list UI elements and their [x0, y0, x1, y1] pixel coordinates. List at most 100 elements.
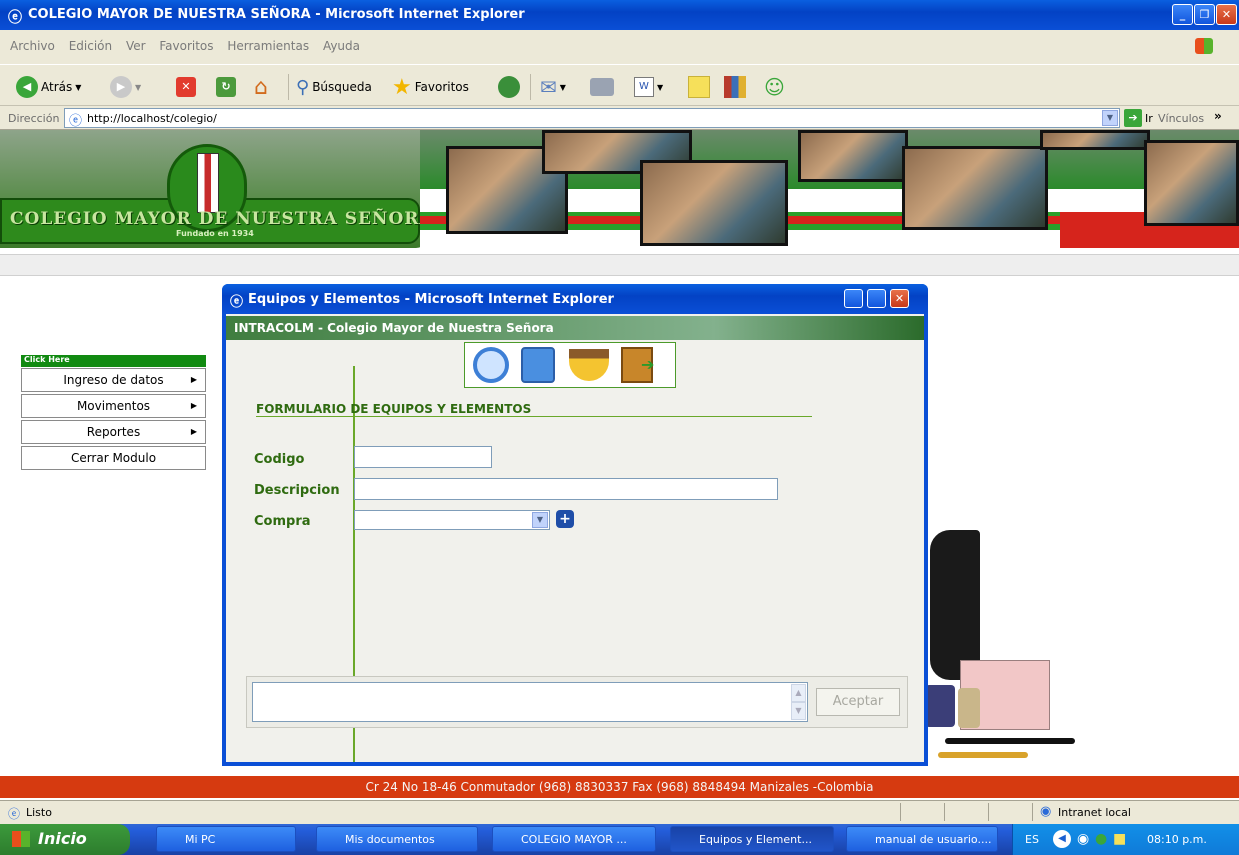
add-compra-button[interactable]: +: [556, 510, 574, 528]
intranet-icon: ◉: [1040, 804, 1052, 819]
forward-button[interactable]: ▶ ▼: [110, 74, 141, 100]
submenu-arrow-icon: ▶: [190, 401, 197, 410]
taskbar-item-colegio[interactable]: COLEGIO MAYOR ...: [492, 826, 656, 852]
forward-arrow-icon: ▶: [110, 76, 132, 98]
system-tray: ES ◀ ◉ ● ■ 08:10 p.m.: [1012, 824, 1239, 855]
back-button[interactable]: ◀ Atrás ▼: [16, 74, 81, 100]
banner-strip: [0, 254, 1239, 276]
mail-button[interactable]: ✉ ▼: [540, 74, 566, 100]
search-icon[interactable]: [473, 347, 509, 383]
menu-item-ingreso[interactable]: Ingreso de datos ▶: [21, 368, 206, 392]
address-input[interactable]: ⓔ http://localhost/colegio/ ▼: [64, 108, 1120, 129]
app-header: INTRACOLM - Colegio Mayor de Nuestra Señ…: [226, 316, 924, 340]
stop-icon: ✕: [176, 77, 196, 97]
ie-icon: ⓔ: [8, 10, 22, 26]
search-button[interactable]: ⚲ Búsqueda: [296, 74, 372, 100]
menu-herramientas[interactable]: Herramientas: [227, 39, 309, 53]
print-button[interactable]: [590, 74, 614, 100]
links-label[interactable]: Vínculos: [1158, 112, 1204, 125]
popup-titlebar: ⓔ Equipos y Elementos - Microsoft Intern…: [222, 284, 928, 314]
codigo-input[interactable]: [354, 446, 492, 468]
menu-bar: Archivo Edición Ver Favoritos Herramient…: [0, 30, 1239, 64]
zone-text: Intranet local: [1058, 806, 1131, 819]
status-bar: ⓔ Listo ◉ Intranet local: [0, 800, 1239, 824]
submenu-arrow-icon: ▶: [190, 375, 197, 384]
popup-title: Equipos y Elementos - Microsoft Internet…: [248, 292, 614, 307]
start-button[interactable]: Inicio: [0, 824, 130, 855]
tray-icon-1[interactable]: ◉: [1077, 831, 1089, 847]
tray-icon-2[interactable]: ●: [1095, 831, 1107, 847]
messenger-icon: ☺: [764, 75, 785, 99]
banner-photo-6: [1040, 130, 1150, 150]
minimize-button[interactable]: _: [1172, 4, 1193, 25]
banner: COLEGIO MAYOR DE NUESTRA SEÑORA Fundado …: [0, 130, 1239, 248]
search-icon: ⚲: [296, 76, 310, 98]
compra-select[interactable]: ▼: [354, 510, 550, 530]
address-url: http://localhost/colegio/: [87, 112, 217, 125]
close-button[interactable]: ✕: [1216, 4, 1237, 25]
home-button[interactable]: ⌂: [254, 74, 268, 100]
messenger-button[interactable]: ☺: [764, 74, 785, 100]
history-button[interactable]: [498, 74, 520, 100]
scroll-up-icon[interactable]: ▲: [791, 684, 806, 702]
go-arrow-icon: ➔: [1124, 109, 1142, 127]
menu-favoritos[interactable]: Favoritos: [159, 39, 213, 53]
address-bar: Dirección ⓔ http://localhost/colegio/ ▼ …: [0, 106, 1239, 130]
menu-archivo[interactable]: Archivo: [10, 39, 55, 53]
menu-item-reportes[interactable]: Reportes ▶: [21, 420, 206, 444]
descripcion-input[interactable]: [354, 478, 778, 500]
menu-item-movimentos[interactable]: Movimentos ▶: [21, 394, 206, 418]
popup-minimize-button[interactable]: [844, 289, 863, 308]
taskbar-item-mipc[interactable]: Mi PC: [156, 826, 296, 852]
side-menu-header: Click Here: [21, 355, 206, 367]
refresh-icon: ↻: [216, 77, 236, 97]
popup-body: INTRACOLM - Colegio Mayor de Nuestra Señ…: [226, 314, 924, 762]
maximize-button[interactable]: ❐: [1194, 4, 1215, 25]
books-icon: [724, 76, 746, 98]
history-icon: [498, 76, 520, 98]
discuss-button[interactable]: [688, 74, 710, 100]
exit-arrow-icon: ➔: [641, 355, 655, 374]
links-chevron-icon[interactable]: »: [1214, 109, 1222, 123]
go-button[interactable]: ➔ Ir: [1124, 109, 1153, 127]
menu-ver[interactable]: Ver: [126, 39, 146, 53]
popup-maximize-button[interactable]: [867, 289, 886, 308]
favorites-button[interactable]: ★ Favoritos: [392, 74, 469, 100]
printer-icon: [590, 78, 614, 96]
ie-icon: ⓔ: [230, 295, 244, 310]
clock: 08:10 p.m.: [1147, 833, 1207, 846]
taskbar-item-manual[interactable]: manual de usuario....: [846, 826, 998, 852]
menu-edicion[interactable]: Edición: [69, 39, 112, 53]
research-button[interactable]: [724, 74, 746, 100]
founded-text: Fundado en 1934: [176, 229, 254, 238]
taskbar-item-documentos[interactable]: Mis documentos: [316, 826, 478, 852]
mail-icon: ✉: [540, 75, 557, 99]
taskbar-item-equipos[interactable]: Equipos y Element...: [670, 826, 834, 852]
language-indicator[interactable]: ES: [1025, 833, 1039, 846]
scroll-down-icon[interactable]: ▼: [791, 702, 806, 720]
popup-close-button[interactable]: ✕: [890, 289, 909, 308]
tray-icon-3[interactable]: ■: [1113, 831, 1126, 847]
page-icon: ⓔ: [69, 114, 83, 129]
clear-icon[interactable]: [569, 349, 609, 381]
menu-ayuda[interactable]: Ayuda: [323, 39, 360, 53]
compra-label: Compra: [254, 514, 311, 529]
accept-button[interactable]: Aceptar: [816, 688, 900, 716]
codigo-label: Codigo: [254, 452, 305, 467]
refresh-button[interactable]: ↻: [216, 74, 236, 100]
form-title: FORMULARIO DE EQUIPOS Y ELEMENTOS: [256, 402, 532, 416]
menu-item-cerrar[interactable]: Cerrar Modulo: [21, 446, 206, 470]
message-textarea[interactable]: ▲ ▼: [252, 682, 808, 722]
windows-logo-icon: [1195, 38, 1213, 54]
windows-flag-icon: [12, 831, 30, 847]
window-titlebar: ⓔ COLEGIO MAYOR DE NUESTRA SEÑORA - Micr…: [0, 0, 1239, 30]
back-arrow-icon: ◀: [16, 76, 38, 98]
tray-expand-icon[interactable]: ◀: [1053, 830, 1071, 848]
note-icon: [688, 76, 710, 98]
descripcion-label: Descripcion: [254, 483, 340, 498]
new-record-icon[interactable]: [521, 347, 555, 383]
edit-button[interactable]: W ▼: [634, 74, 663, 100]
form-title-rule: [256, 416, 812, 417]
stop-button[interactable]: ✕: [176, 74, 196, 100]
address-dropdown-button[interactable]: ▼: [1102, 110, 1118, 126]
